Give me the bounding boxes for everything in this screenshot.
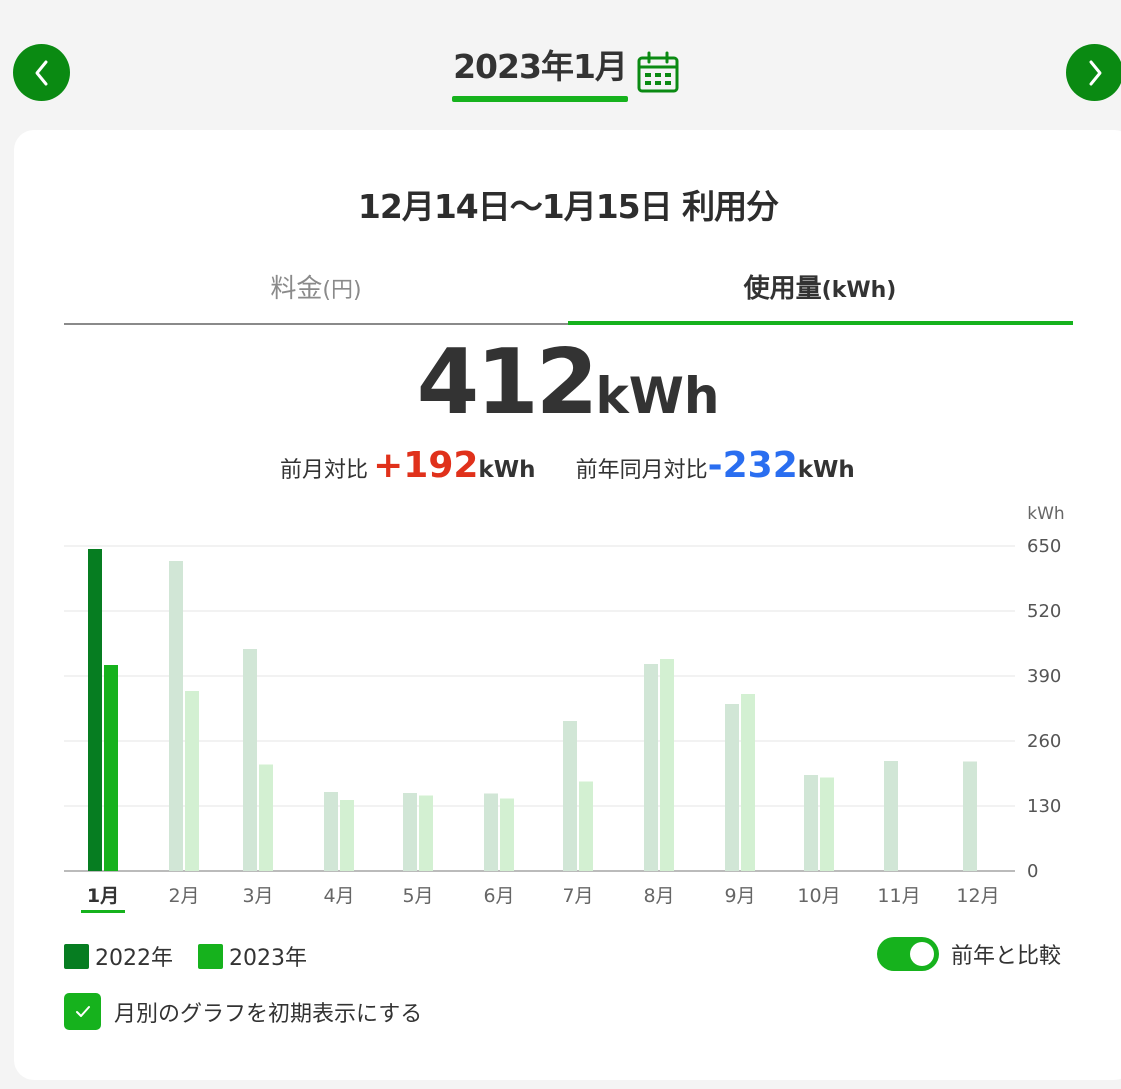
legend-swatch-2022 <box>64 943 89 969</box>
tab-fee-label: 料金 <box>270 274 323 304</box>
bar-2022年-12月[interactable] <box>963 761 977 872</box>
y-tick-label: 650 <box>1027 536 1061 557</box>
x-tick-label[interactable]: 11月 <box>877 885 920 907</box>
usage-total: 412kWh <box>0 330 1121 435</box>
comparison-row: 前月対比 +192kWh 前年同月対比-232kWh <box>280 445 920 486</box>
selected-month-underline <box>81 910 125 913</box>
bar-2022年-3月[interactable] <box>243 649 257 871</box>
legend-label-2023: 2023年 <box>229 946 307 971</box>
bar-2023年-9月[interactable] <box>741 694 755 871</box>
calendar-icon[interactable] <box>636 50 680 94</box>
compare-toggle[interactable] <box>877 937 939 971</box>
x-tick-label[interactable]: 5月 <box>402 885 433 907</box>
chevron-left-icon <box>35 60 47 85</box>
legend-2022: 2022年 <box>64 940 173 972</box>
compare-toggle-label: 前年と比較 <box>951 944 1062 969</box>
compare-toggle-row: 前年と比較 <box>877 937 1061 971</box>
bar-2023年-5月[interactable] <box>419 795 433 872</box>
bar-2023年-3月[interactable] <box>259 764 273 872</box>
prev-month-button[interactable] <box>13 44 70 101</box>
x-tick-label[interactable]: 1月 <box>87 885 119 907</box>
bar-2023年-4月[interactable] <box>340 800 354 871</box>
default-view-row: 月別のグラフを初期表示にする <box>64 993 422 1030</box>
x-tick-label[interactable]: 10月 <box>797 885 840 907</box>
prev-year-compare-value: -232 <box>707 445 798 486</box>
prev-year-compare-unit: kWh <box>797 457 855 483</box>
prev-year-compare-label: 前年同月対比 <box>575 458 708 483</box>
usage-bar-chart: kWh 0 130 260 390 520 650 1月 2月 3月 4月 5月 6月 7月 8月 9月 10月… <box>64 504 1065 913</box>
tab-fee-unit: (円) <box>322 278 362 303</box>
bar-2022年-6月[interactable] <box>484 793 498 872</box>
bar-2022年-4月[interactable] <box>324 792 338 871</box>
legend-swatch-2023 <box>198 943 223 969</box>
default-view-checkbox[interactable] <box>64 993 101 1030</box>
x-tick-label[interactable]: 4月 <box>323 885 354 907</box>
usage-total-value: 412 <box>416 330 599 435</box>
prev-month-compare-unit: kWh <box>478 457 536 483</box>
bar-2022年-2月[interactable] <box>169 561 183 871</box>
x-tick-label[interactable]: 2月 <box>168 885 199 907</box>
x-tick-label[interactable]: 7月 <box>562 885 593 907</box>
bar-2023年-6月[interactable] <box>500 798 514 872</box>
bar-2022年-8月[interactable] <box>644 664 658 871</box>
month-title: 2023年1月 <box>453 47 628 86</box>
y-tick-label: 130 <box>1027 796 1061 817</box>
x-tick-label[interactable]: 6月 <box>483 885 514 907</box>
prev-month-compare-value: +192 <box>373 445 479 486</box>
billing-period: 12月14日～1月15日 利用分 <box>357 187 779 226</box>
legend-label-2022: 2022年 <box>95 946 173 971</box>
next-month-button[interactable] <box>1066 44 1121 101</box>
usage-total-unit: kWh <box>595 367 720 425</box>
x-tick-label[interactable]: 9月 <box>724 885 755 907</box>
y-tick-label: 520 <box>1027 601 1061 622</box>
bar-2022年-10月[interactable] <box>804 775 818 871</box>
tab-fee-underline <box>64 323 568 325</box>
y-axis-unit: kWh <box>1027 504 1064 524</box>
y-tick-label: 260 <box>1027 731 1061 752</box>
bar-2022年-7月[interactable] <box>563 721 577 871</box>
legend-2023: 2023年 <box>198 940 307 972</box>
tab-usage-label: 使用量 <box>743 274 822 304</box>
bar-2022年-1月[interactable] <box>88 549 102 871</box>
default-view-label: 月別のグラフを初期表示にする <box>114 1001 423 1027</box>
bar-2023年-2月[interactable] <box>185 691 199 871</box>
tab-usage-underline <box>568 321 1073 325</box>
bar-2023年-10月[interactable] <box>820 777 834 872</box>
month-title-underline <box>452 96 628 102</box>
bar-2023年-8月[interactable] <box>660 659 674 871</box>
x-tick-label[interactable]: 8月 <box>643 885 674 907</box>
x-tick-label[interactable]: 12月 <box>956 885 999 907</box>
bar-2023年-1月[interactable] <box>104 665 118 871</box>
toggle-knob <box>910 942 934 966</box>
chevron-right-icon <box>1089 60 1101 85</box>
tab-usage[interactable]: 使用量(kWh) <box>568 268 1072 305</box>
bar-2022年-11月[interactable] <box>884 761 898 871</box>
bar-2022年-9月[interactable] <box>725 704 739 871</box>
y-tick-label: 390 <box>1027 666 1061 687</box>
tab-usage-unit: (kWh) <box>821 278 897 303</box>
x-tick-label[interactable]: 3月 <box>242 885 273 907</box>
bar-2022年-5月[interactable] <box>403 793 417 871</box>
tab-fee[interactable]: 料金(円) <box>64 268 568 305</box>
y-tick-label: 0 <box>1027 861 1038 882</box>
prev-month-compare-label: 前月対比 <box>280 458 369 483</box>
check-icon <box>75 1005 90 1017</box>
bar-2023年-7月[interactable] <box>579 781 593 872</box>
